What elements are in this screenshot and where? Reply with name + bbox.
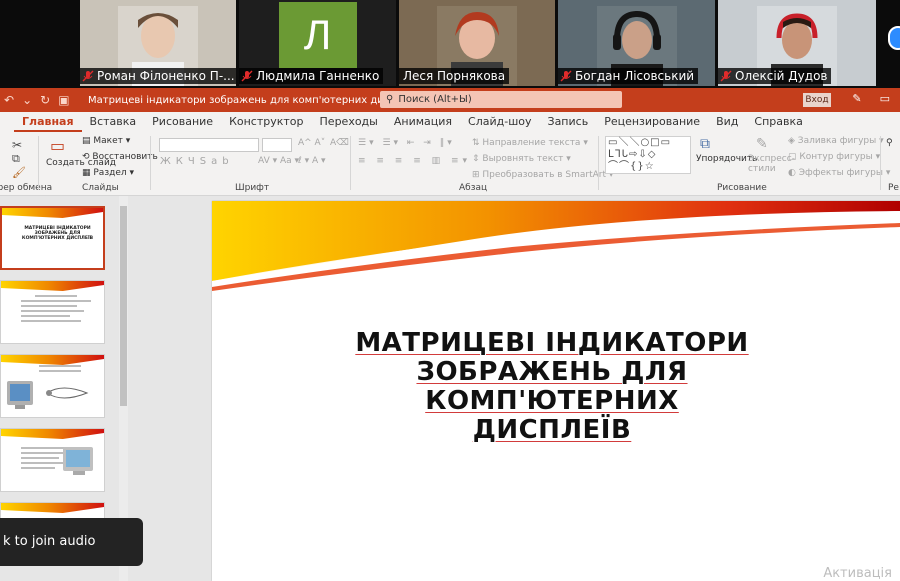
shape-outline-button[interactable]: ▢ Контур фигуры ▾ xyxy=(788,152,880,162)
tab-design[interactable]: Конструктор xyxy=(221,112,311,132)
participant-tile-4[interactable]: Богдан Лісовський xyxy=(558,0,715,86)
clipboard-group-label: Буфер обмена xyxy=(0,183,53,193)
highlight-icon[interactable]: ℓ ▾ A ▾ xyxy=(298,156,326,166)
char-spacing-icon[interactable]: AV ▾ Aa ▾ xyxy=(258,156,299,166)
powerpoint-window: ↶ ⌄ ↻ ▣ Матрицеві індикатори зображень д… xyxy=(0,88,900,581)
video-strip: Роман Філоненко П-... Л Людмила Ганненко… xyxy=(0,0,900,88)
new-slide-icon[interactable]: ▭ xyxy=(50,136,65,155)
slide-canvas: МАТРИЦЕВІ ІНДИКАТОРИ ЗОБРАЖЕНЬ ДЛЯ КОМП'… xyxy=(130,196,900,581)
reset-button[interactable]: ⟲ Восстановить xyxy=(82,152,158,162)
tab-file[interactable] xyxy=(0,112,14,132)
mic-muted-icon xyxy=(560,70,572,82)
section-button[interactable]: ▦ Раздел ▾ xyxy=(82,168,134,178)
slides-group-label: Слайды xyxy=(82,183,119,193)
slide-thumbnail-2[interactable] xyxy=(0,280,105,344)
undo-icon[interactable]: ↶ xyxy=(4,93,14,107)
slide-thumbnail-3[interactable] xyxy=(0,354,105,418)
redo-icon[interactable]: ↻ xyxy=(40,93,50,107)
slideshow-start-icon[interactable]: ▣ xyxy=(58,93,69,107)
join-audio-toast[interactable]: k to join audio xyxy=(0,518,143,566)
slide-thumbnail-1[interactable]: МАТРИЦЕВІ ІНДИКАТОРИ ЗОБРАЖЕНЬ ДЛЯ КОМП'… xyxy=(0,206,105,270)
mic-muted-icon xyxy=(720,70,732,82)
participant-name: Леся Порнякова xyxy=(399,68,510,84)
cut-icon[interactable]: ✂ xyxy=(12,138,22,152)
find-icon[interactable]: ⚲ xyxy=(886,138,893,148)
login-button[interactable]: Вход xyxy=(803,93,831,107)
monitor-image xyxy=(63,447,93,475)
slide-header-decoration xyxy=(212,201,900,291)
copy-icon[interactable]: ⧉ xyxy=(12,152,20,166)
align-buttons[interactable]: ≡ ≡ ≡ ≡ ▥ ≡▾ xyxy=(358,156,471,166)
video-nav-next-button[interactable] xyxy=(888,26,900,50)
font-grow-icon[interactable]: A^ A˅ xyxy=(298,138,325,148)
text-direction-button[interactable]: ⇅ Направление текста ▾ xyxy=(472,138,588,148)
tab-home[interactable]: Главная xyxy=(14,112,82,132)
editing-group-label: Ре xyxy=(888,183,899,193)
tab-help[interactable]: Справка xyxy=(746,112,810,132)
current-slide[interactable]: МАТРИЦЕВІ ІНДИКАТОРИ ЗОБРАЖЕНЬ ДЛЯ КОМП'… xyxy=(212,201,900,581)
participant-tile-2[interactable]: Л Людмила Ганненко xyxy=(239,0,396,86)
tab-draw[interactable]: Рисование xyxy=(144,112,221,132)
clear-format-icon[interactable]: A⌫ xyxy=(330,138,349,148)
quick-styles-icon[interactable]: ✎ xyxy=(756,136,768,152)
convert-smartart-button[interactable]: ⊞ Преобразовать в SmartArt ▾ xyxy=(472,170,613,180)
drawing-group-label: Рисование xyxy=(717,183,767,193)
crt-monitor-image xyxy=(7,381,89,409)
ribbon-tabs: Главная Вставка Рисование Конструктор Пе… xyxy=(0,112,900,132)
participant-tile-5[interactable]: Олексій Дудов xyxy=(718,0,876,86)
activation-watermark: Активація xyxy=(823,566,892,581)
paragraph-group-label: Абзац xyxy=(459,183,488,193)
ribbon: ✂ ⧉ 🖌 Буфер обмена ▭ Создать слайд ▤ Мак… xyxy=(0,132,900,196)
pen-icon[interactable]: ✎ xyxy=(852,92,861,105)
arrange-icon[interactable]: ⧉ xyxy=(700,136,710,152)
shape-fill-button[interactable]: ◈ Заливка фигуры ▾ xyxy=(788,136,884,146)
participant-tile-1[interactable]: Роман Філоненко П-... xyxy=(80,0,236,86)
quick-access-toolbar: ↶ ⌄ ↻ ▣ xyxy=(0,93,80,107)
scrollbar-thumb[interactable] xyxy=(120,206,127,406)
tab-review[interactable]: Рецензирование xyxy=(596,112,708,132)
search-input[interactable]: ⚲ Поиск (Alt+Ы) xyxy=(380,91,622,108)
title-bar: ↶ ⌄ ↻ ▣ Матрицеві індикатори зображень д… xyxy=(0,88,900,112)
tab-record[interactable]: Запись xyxy=(540,112,597,132)
font-group-label: Шрифт xyxy=(235,183,270,193)
participant-name: Олексій Дудов xyxy=(718,68,832,84)
tab-animations[interactable]: Анимация xyxy=(386,112,460,132)
chevron-down-icon[interactable]: ⌄ xyxy=(22,93,32,107)
slide-title[interactable]: МАТРИЦЕВІ ІНДИКАТОРИ ЗОБРАЖЕНЬ ДЛЯ КОМП'… xyxy=(302,329,802,445)
tab-insert[interactable]: Вставка xyxy=(82,112,145,132)
slide-thumbnail-4[interactable] xyxy=(0,428,105,492)
search-icon: ⚲ xyxy=(386,94,394,105)
participant-name: Богдан Лісовський xyxy=(558,68,699,84)
font-family-select[interactable] xyxy=(159,138,259,152)
shapes-gallery[interactable]: ▭＼＼○□▭ ᒪᒣᒐ⇨⇩◇ ⌒⌒{}☆ xyxy=(605,136,691,174)
title-bar-controls: ✎ ▭ xyxy=(852,92,890,105)
font-size-select[interactable] xyxy=(262,138,292,152)
tab-slideshow[interactable]: Слайд-шоу xyxy=(460,112,539,132)
quick-styles-button[interactable]: Экспресс-стили xyxy=(748,154,795,174)
participant-avatar: Л xyxy=(278,2,357,68)
participant-name: Роман Філоненко П-... xyxy=(80,68,236,84)
tab-view[interactable]: Вид xyxy=(708,112,746,132)
format-painter-icon[interactable]: 🖌 xyxy=(12,166,26,179)
participant-name: Людмила Ганненко xyxy=(239,68,384,84)
mic-muted-icon xyxy=(241,70,253,82)
ribbon-display-icon[interactable]: ▭ xyxy=(880,92,890,105)
mic-muted-icon xyxy=(82,70,94,82)
shape-effects-button[interactable]: ◐ Эффекты фигуры ▾ xyxy=(788,168,890,178)
align-text-button[interactable]: ⇕ Выровнять текст ▾ xyxy=(472,154,571,164)
layout-button[interactable]: ▤ Макет ▾ xyxy=(82,136,130,146)
thumbnail-title: МАТРИЦЕВІ ІНДИКАТОРИ ЗОБРАЖЕНЬ ДЛЯ КОМП'… xyxy=(21,226,94,241)
list-buttons[interactable]: ☰▾ ☰▾ ⇤ ⇥ ‖▾ xyxy=(358,138,455,148)
font-style-buttons[interactable]: ЖКЧSab xyxy=(160,156,234,167)
tab-transitions[interactable]: Переходы xyxy=(312,112,386,132)
participant-tile-3[interactable]: Леся Порнякова xyxy=(399,0,555,86)
